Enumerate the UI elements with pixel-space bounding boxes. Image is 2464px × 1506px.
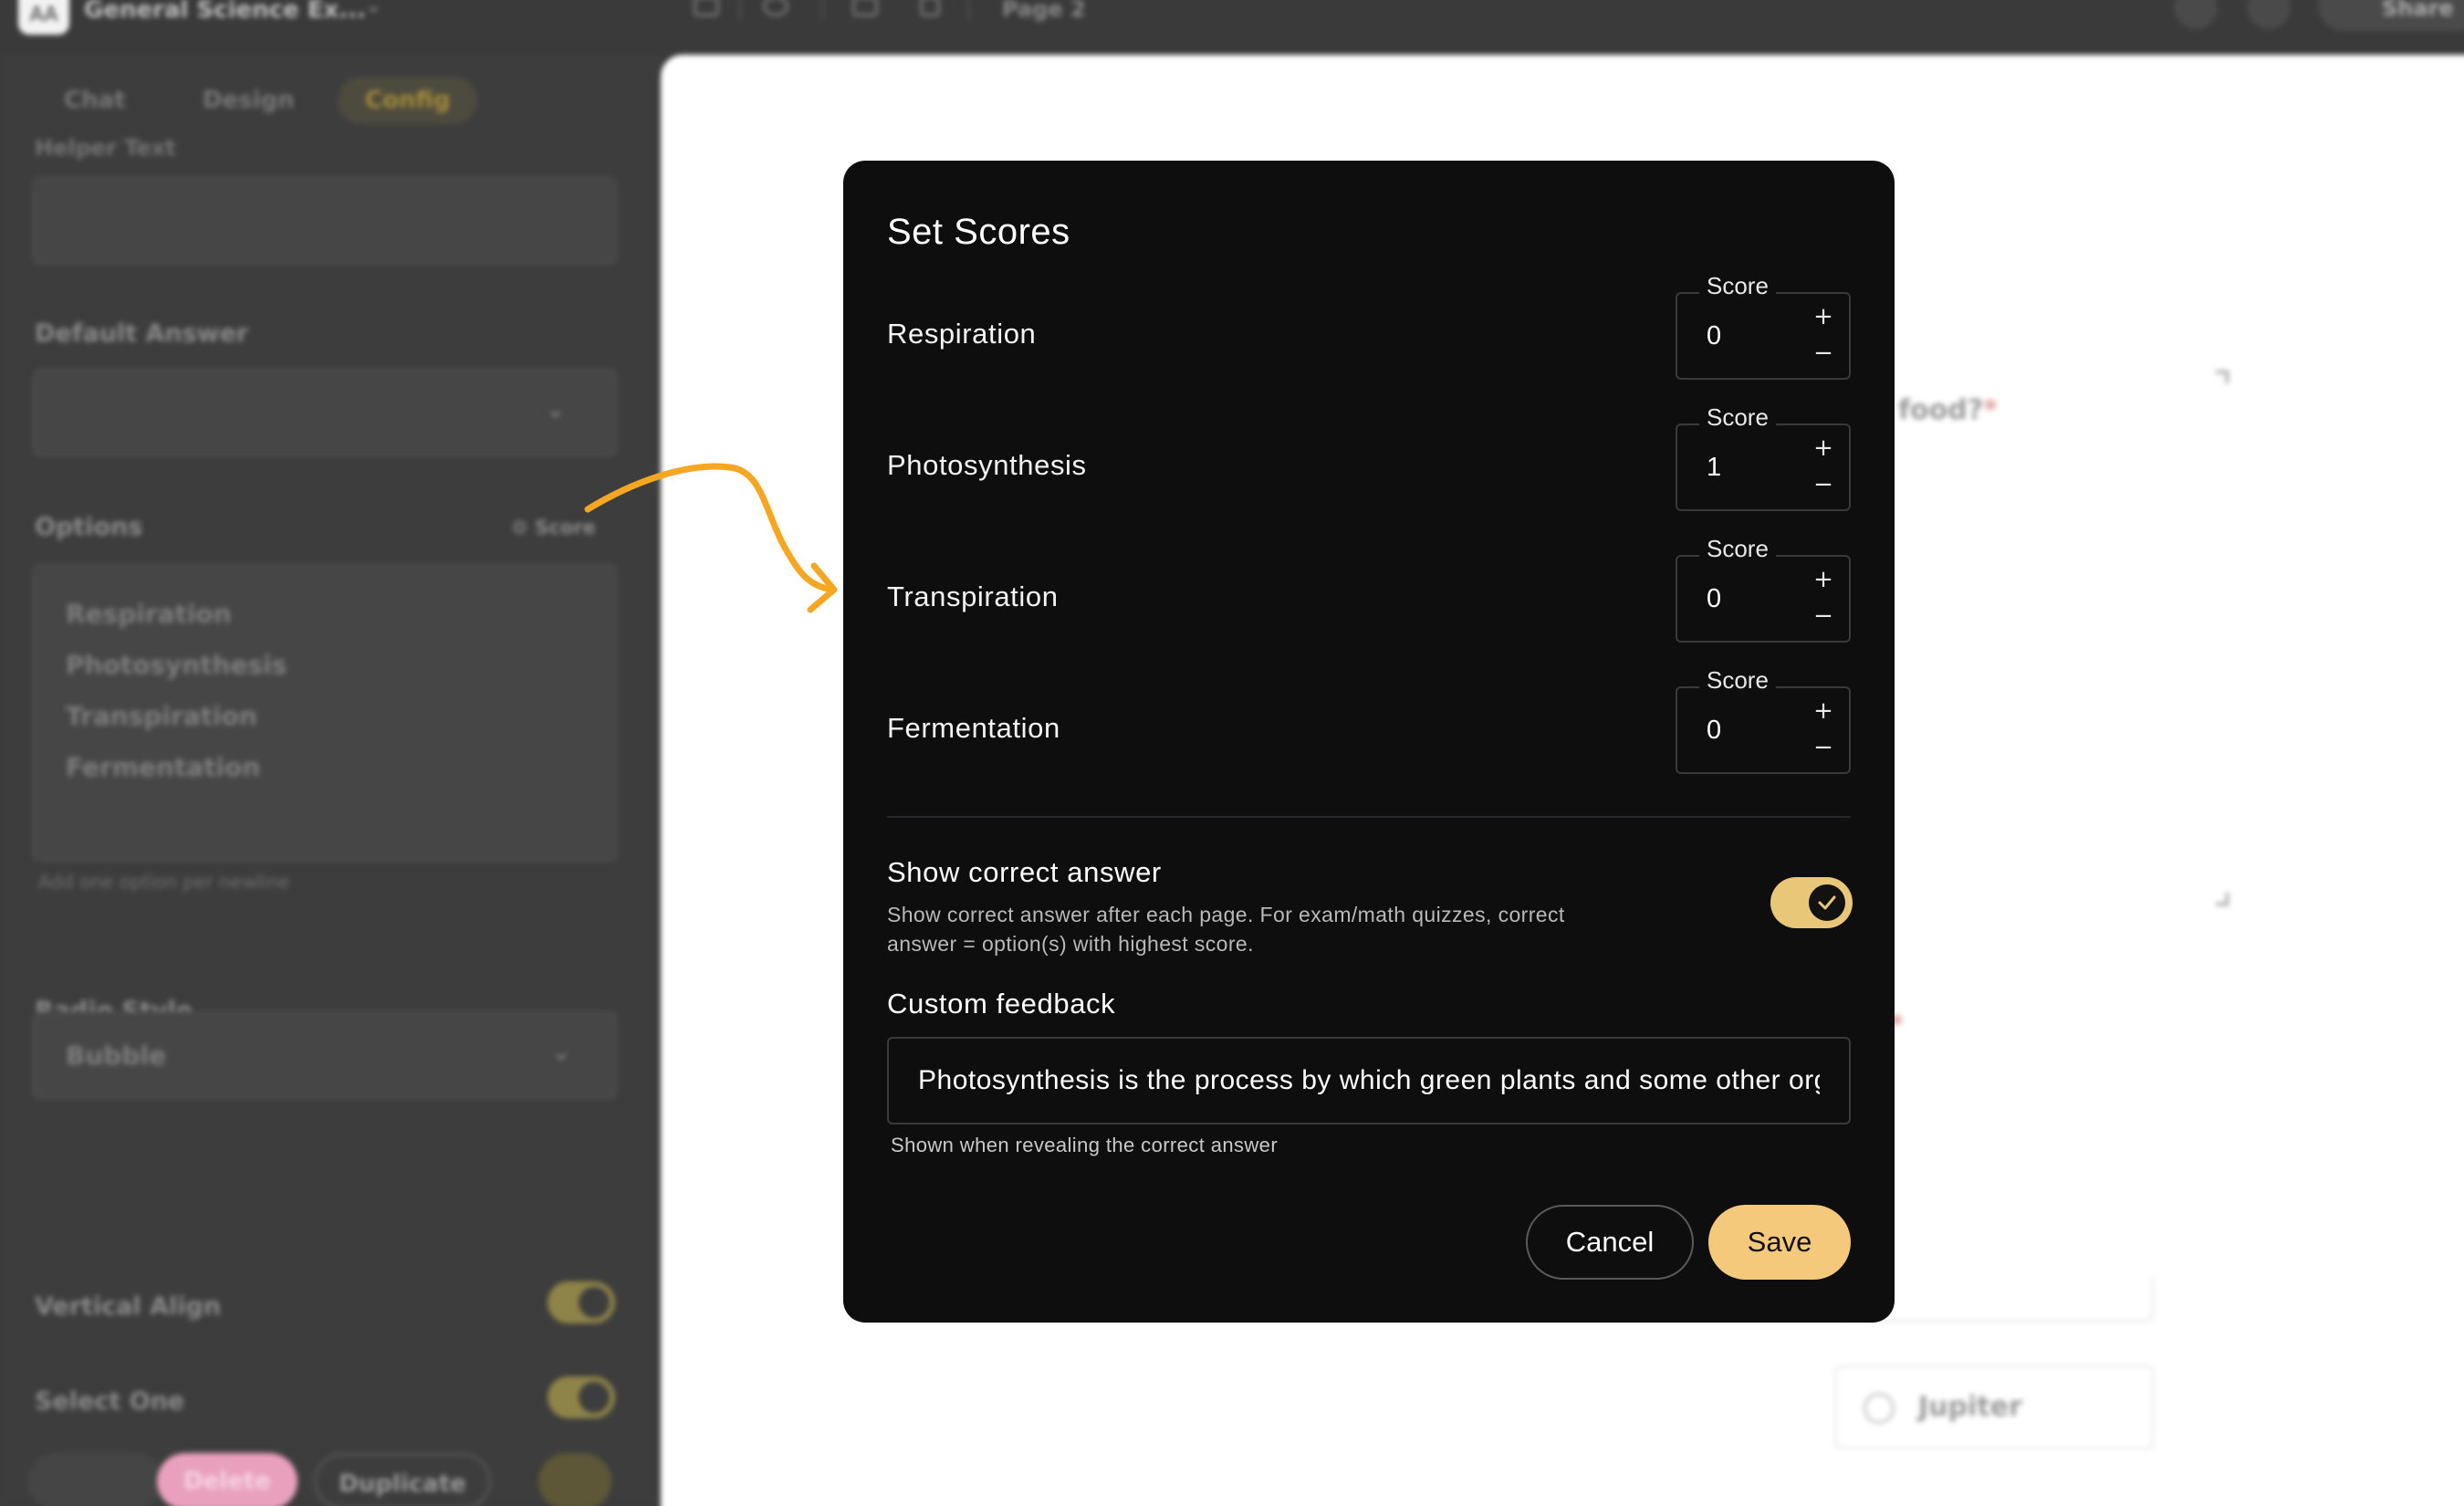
score-field-label: Score (1699, 272, 1776, 300)
option-label-respiration: Respiration (887, 318, 1037, 350)
save-button[interactable]: Save (1708, 1205, 1851, 1280)
duplicate-button[interactable]: Duplicate (314, 1453, 491, 1506)
option-card[interactable]: Jupiter (1834, 1365, 2154, 1449)
show-correct-answer-title: Show correct answer (887, 856, 1162, 888)
tab-config[interactable]: Config (338, 77, 478, 124)
divider (821, 0, 823, 20)
increment-icon[interactable]: + (1809, 436, 1838, 460)
tab-design[interactable]: Design (203, 77, 295, 124)
left-config-panel: Chat Design Config Helper Text Default A… (0, 55, 661, 1506)
custom-feedback-help: Shown when revealing the correct answer (891, 1134, 1279, 1156)
decrement-icon[interactable]: − (1809, 473, 1838, 497)
question-text: food? (1898, 394, 1984, 426)
copy-icon[interactable] (852, 0, 878, 16)
settings-circle-button[interactable] (538, 1453, 611, 1506)
gear-icon: ⚙ (511, 517, 536, 539)
divider (967, 0, 969, 20)
score-input-transpiration[interactable]: Score 0 + − (1676, 535, 1851, 643)
option-card-label: Jupiter (1918, 1391, 2022, 1423)
score-value[interactable]: 0 (1707, 584, 1721, 614)
option-label-photosynthesis: Photosynthesis (887, 449, 1087, 481)
increment-icon[interactable]: + (1809, 568, 1838, 591)
option-line: Transpiration (66, 701, 257, 731)
decrement-icon[interactable]: − (1809, 736, 1838, 759)
option-label-transpiration: Transpiration (887, 580, 1059, 612)
more-button[interactable] (27, 1453, 164, 1506)
score-input-photosynthesis[interactable]: Score 1 + − (1676, 403, 1851, 511)
score-field-label: Score (1699, 666, 1776, 695)
option-label-fermentation: Fermentation (887, 712, 1060, 744)
radio-style-value: Bubble (66, 1041, 166, 1071)
option-line: Respiration (66, 599, 232, 629)
chevron-down-icon: ⌄ (551, 1039, 571, 1066)
delete-button[interactable]: Delete (157, 1453, 298, 1506)
custom-feedback-input[interactable] (887, 1037, 1851, 1124)
option-line: Fermentation (66, 752, 261, 782)
vertical-align-label: Vertical Align (35, 1292, 222, 1321)
radio-button[interactable] (1864, 1393, 1895, 1424)
chevron-down-icon[interactable]: ⌄ (365, 0, 381, 17)
score-input-respiration[interactable]: Score 0 + − (1676, 272, 1851, 380)
score-value[interactable]: 0 (1707, 716, 1721, 746)
divider (739, 0, 741, 20)
modal-title: Set Scores (887, 212, 1070, 252)
tab-chat[interactable]: Chat (64, 77, 126, 124)
annotation-arrow (584, 463, 838, 613)
default-answer-label: Default Answer (35, 319, 249, 348)
settings-icon[interactable] (2247, 0, 2291, 29)
resize-handle[interactable] (2216, 371, 2229, 383)
preview-icon[interactable] (2174, 0, 2218, 29)
cancel-button[interactable]: Cancel (1526, 1205, 1694, 1280)
section-divider (887, 816, 1851, 818)
score-input-fermentation[interactable]: Score 0 + − (1676, 666, 1851, 774)
radio-style-select[interactable]: Bubble ⌄ (33, 1011, 617, 1099)
options-help: Add one option per newline (38, 871, 290, 893)
decrement-icon[interactable]: − (1809, 341, 1838, 365)
score-field-label: Score (1699, 535, 1776, 563)
toggle-knob (1809, 884, 1845, 921)
page-selector[interactable]: Page 2 (1002, 0, 1086, 22)
layout-icon[interactable] (694, 0, 719, 16)
history-icon[interactable] (763, 0, 788, 16)
decrement-icon[interactable]: − (1809, 604, 1838, 628)
chevron-down-icon: ⌄ (546, 396, 566, 424)
score-field-label: Score (1699, 403, 1776, 432)
show-correct-answer-description: Show correct answer after each page. For… (887, 903, 1565, 956)
custom-feedback-title: Custom feedback (887, 988, 1116, 1020)
select-one-toggle[interactable] (548, 1376, 615, 1418)
app-logo[interactable]: AA (18, 0, 69, 35)
default-answer-select[interactable]: ⌄ (33, 369, 617, 456)
increment-icon[interactable]: + (1809, 305, 1838, 329)
options-label: Options (35, 513, 143, 541)
top-bar: AA General Science Ex... ⌄ Page 2 Share (0, 0, 2464, 55)
required-mark: * (1983, 394, 1998, 426)
score-value[interactable]: 1 (1707, 453, 1721, 483)
score-value[interactable]: 0 (1707, 321, 1721, 351)
option-line: Photosynthesis (66, 650, 287, 680)
helper-text-label: Helper Text (35, 135, 176, 161)
select-one-label: Select One (35, 1387, 185, 1416)
share-button[interactable]: Share (2318, 0, 2464, 31)
question-fragment: food?* (1898, 394, 1998, 426)
trash-icon[interactable] (920, 0, 940, 16)
project-name[interactable]: General Science Ex... (84, 0, 366, 24)
vertical-align-toggle[interactable] (548, 1281, 615, 1323)
resize-handle[interactable] (2216, 893, 2229, 905)
checkmark-icon (1818, 895, 1836, 910)
increment-icon[interactable]: + (1809, 699, 1838, 723)
set-scores-modal: Set Scores Respiration Score 0 + − Photo… (843, 161, 1895, 1323)
helper-text-field[interactable] (33, 177, 617, 265)
show-correct-answer-toggle[interactable] (1770, 877, 1853, 928)
